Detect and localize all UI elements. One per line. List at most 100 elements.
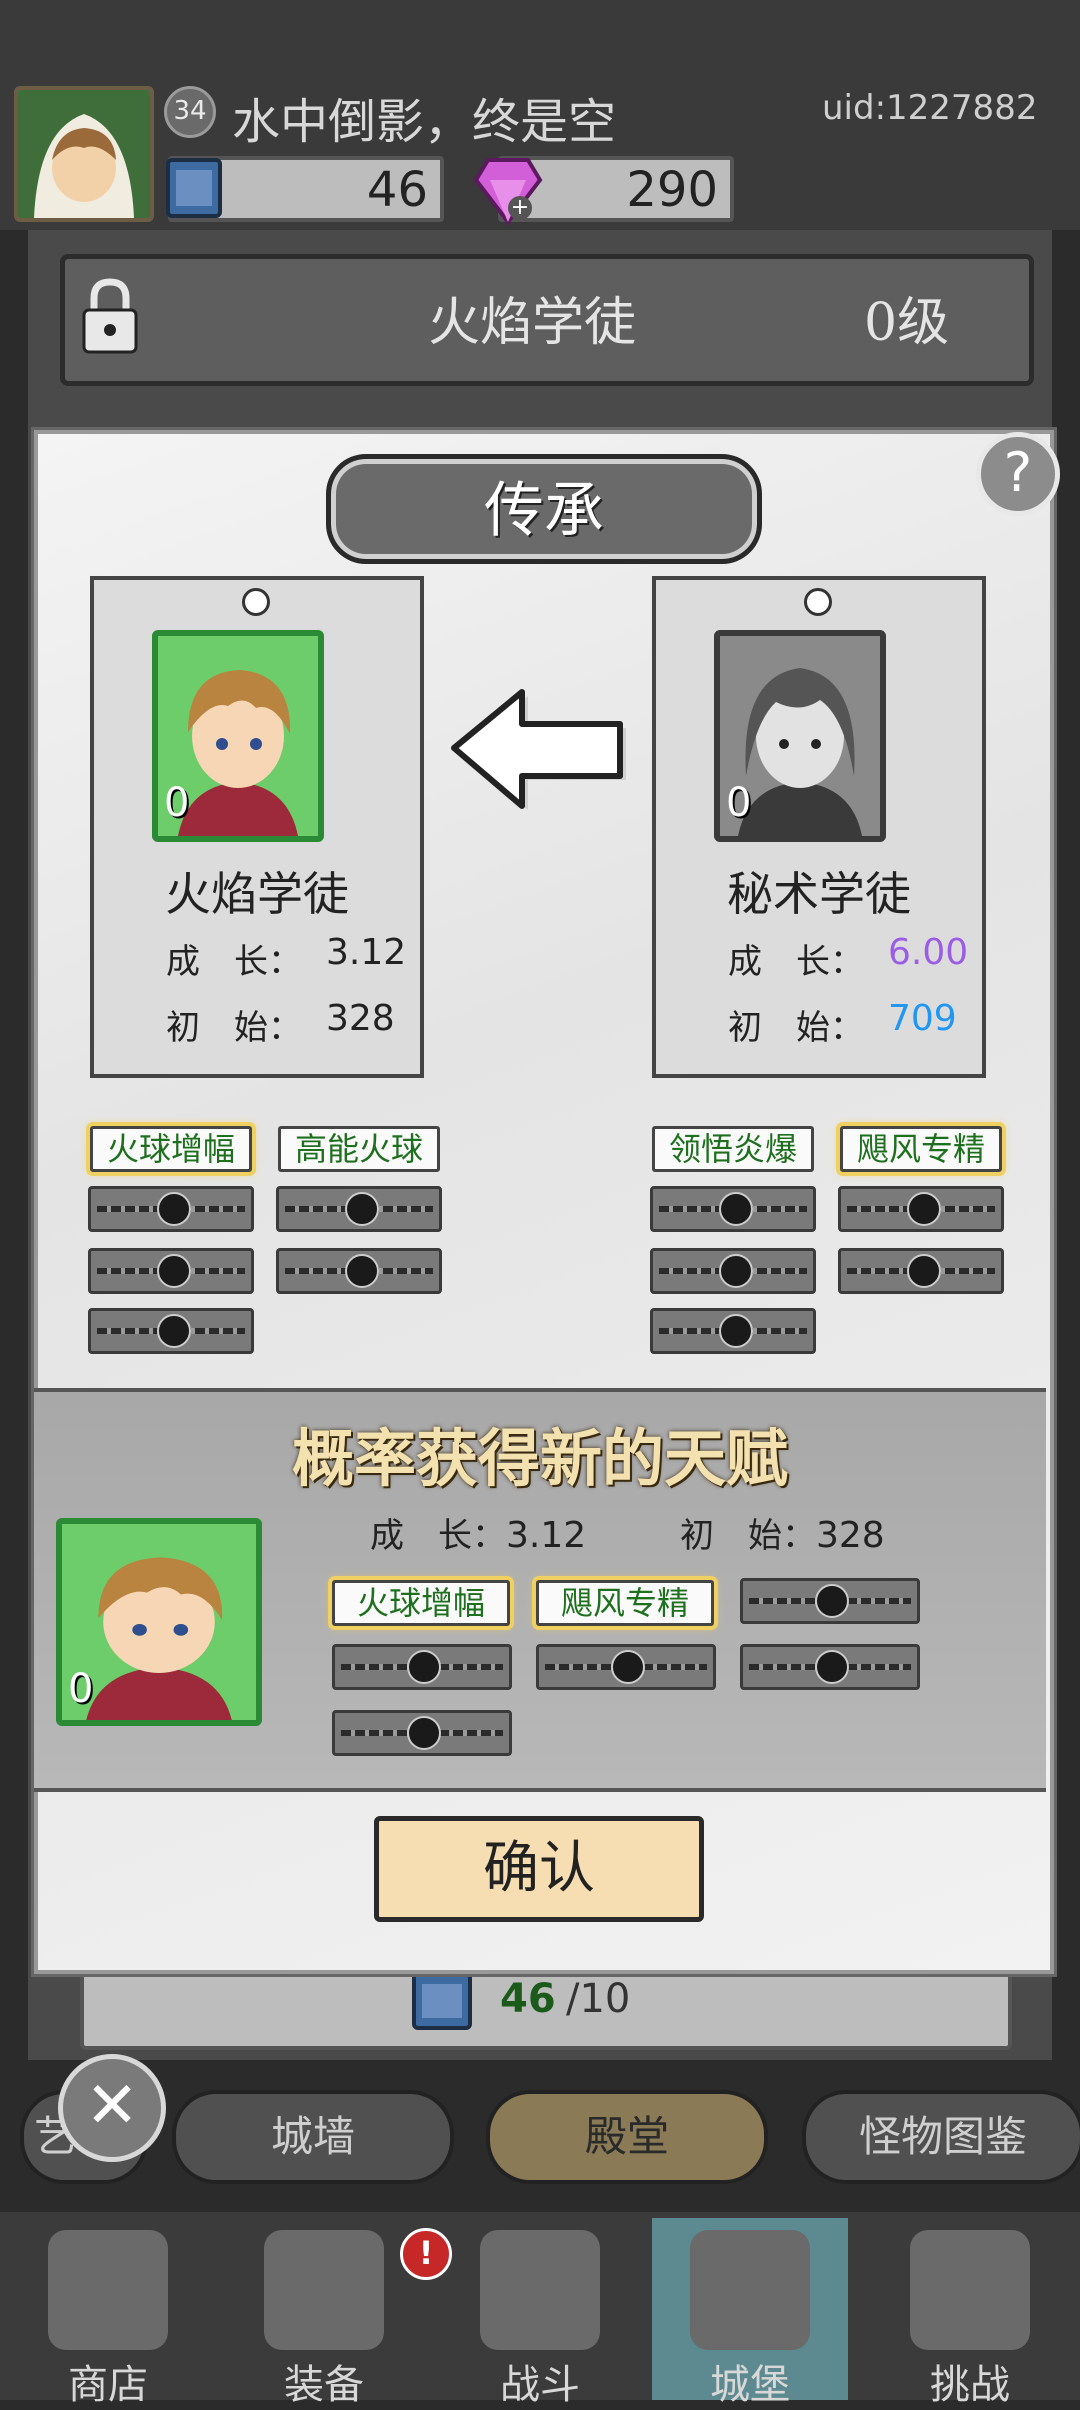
locked-skill-slot	[650, 1308, 816, 1354]
nav-equipment[interactable]: 装备	[226, 2218, 422, 2408]
tab-monster-codex[interactable]: 怪物图鉴	[802, 2090, 1080, 2184]
nav-battle-label: 战斗	[500, 2362, 580, 2408]
padlock-icon	[907, 1254, 941, 1288]
hero-level: 0	[164, 780, 190, 826]
hero-name: 火焰学徒	[165, 867, 349, 921]
nav-equipment-label: 装备	[284, 2362, 364, 2408]
padlock-icon	[719, 1254, 753, 1288]
locked-skill-slot	[88, 1186, 254, 1232]
locked-skill-slot	[740, 1644, 920, 1690]
nav-challenge-label: 挑战	[930, 2362, 1010, 2408]
skill-slot-right-1[interactable]: 领悟炎爆	[652, 1126, 814, 1172]
nav-castle-label: 城堡	[710, 2362, 790, 2408]
locked-skill-slot	[650, 1186, 816, 1232]
hero-portrait-fire-apprentice: 0	[152, 630, 324, 842]
player-level-badge: 34	[164, 86, 216, 138]
locked-hero-level: 0级	[864, 293, 950, 353]
result-skill-1: 火球增幅	[332, 1580, 510, 1626]
gems-resource-bar[interactable]: + 290	[473, 156, 734, 226]
padlock-icon	[815, 1584, 849, 1618]
book-icon	[166, 158, 222, 218]
padlock-icon	[907, 1192, 941, 1226]
popup-title: 传承	[484, 476, 604, 546]
books-resource-bar[interactable]: 46	[166, 156, 444, 222]
nav-shop-label: 商店	[68, 2362, 148, 2408]
nav-challenge[interactable]: 挑战	[872, 2218, 1068, 2408]
castle-icon	[690, 2230, 810, 2350]
locked-skill-slot	[88, 1248, 254, 1294]
locked-skill-slot	[332, 1710, 512, 1756]
padlock-icon	[719, 1192, 753, 1226]
padlock-icon	[815, 1650, 849, 1684]
skill-slot-left-1[interactable]: 火球增幅	[90, 1126, 252, 1172]
nav-shop[interactable]: 商店	[10, 2218, 206, 2408]
locked-skill-slot	[536, 1644, 716, 1690]
padlock-icon	[345, 1192, 379, 1226]
nav-battle[interactable]: 战斗	[442, 2218, 638, 2408]
crossed-swords-icon	[480, 2230, 600, 2350]
tab-hall[interactable]: 殿堂	[486, 2090, 768, 2184]
book-count-current: 46	[500, 1976, 556, 2022]
padlock-icon	[157, 1254, 191, 1288]
padlock-icon	[157, 1192, 191, 1226]
result-initial: 初 始：328	[680, 1508, 885, 1557]
padlock-icon	[345, 1254, 379, 1288]
initial-label: 初 始：	[728, 1008, 864, 1048]
book-count-max: /10	[566, 1976, 631, 2022]
hero-portrait-arcane-apprentice: 0	[714, 630, 886, 842]
books-count: 46	[366, 162, 428, 218]
locked-skill-slot	[276, 1248, 442, 1294]
padlock-icon	[157, 1314, 191, 1348]
growth-label: 成 长：	[728, 942, 864, 982]
growth-value: 6.00	[888, 932, 969, 973]
growth-value: 3.12	[506, 1515, 587, 1556]
player-uid: uid:1227882	[822, 88, 1038, 128]
locked-skill-slot	[740, 1578, 920, 1624]
locked-skill-slot	[838, 1186, 1004, 1232]
padlock-icon	[407, 1716, 441, 1750]
result-skill-2: 飓风专精	[536, 1580, 714, 1626]
player-name: 水中倒影，终是空	[232, 94, 617, 150]
padlock-icon	[611, 1650, 645, 1684]
padlock-icon	[407, 1650, 441, 1684]
nav-castle[interactable]: 城堡	[652, 2218, 848, 2408]
arrow-left-icon	[451, 689, 626, 810]
locked-hero-name: 火焰学徒	[428, 293, 637, 353]
add-gems-icon[interactable]: +	[508, 196, 532, 220]
source-hero-card[interactable]: 0 火焰学徒 成 长： 3.12 初 始： 328	[90, 576, 424, 1078]
target-hero-card[interactable]: 0 秘术学徒 成 长： 6.00 初 始： 709	[652, 576, 986, 1078]
gems-count: 290	[626, 162, 718, 218]
confirm-button[interactable]: 确认	[374, 1816, 704, 1922]
initial-value: 328	[816, 1515, 885, 1556]
result-growth: 成 长：3.12	[370, 1508, 586, 1557]
locked-skill-slot	[650, 1248, 816, 1294]
lock-icon	[82, 278, 138, 354]
hero-level: 0	[68, 1666, 94, 1712]
initial-label: 初 始：	[680, 1516, 816, 1556]
card-pin	[804, 588, 832, 616]
hero-name: 秘术学徒	[727, 867, 911, 921]
skill-slot-right-2[interactable]: 飓风专精	[840, 1126, 1002, 1172]
hero-level: 0	[726, 780, 752, 826]
close-button[interactable]: ✕	[58, 2054, 166, 2162]
skill-slot-left-2[interactable]: 高能火球	[278, 1126, 440, 1172]
padlock-icon	[719, 1314, 753, 1348]
initial-label: 初 始：	[166, 1008, 302, 1048]
shop-icon	[48, 2230, 168, 2350]
tab-wall[interactable]: 城墙	[172, 2090, 454, 2184]
shield-icon	[910, 2230, 1030, 2350]
card-pin	[242, 588, 270, 616]
initial-value: 709	[888, 998, 957, 1039]
locked-skill-slot	[88, 1308, 254, 1354]
player-avatar[interactable]	[14, 86, 154, 222]
result-hero-portrait: 0	[56, 1518, 262, 1726]
growth-value: 3.12	[326, 932, 407, 973]
growth-label: 成 长：	[370, 1516, 506, 1556]
initial-value: 328	[326, 998, 395, 1039]
help-button[interactable]: ?	[976, 432, 1060, 516]
growth-label: 成 长：	[166, 942, 302, 982]
book-icon	[412, 1972, 472, 2030]
locked-skill-slot	[276, 1186, 442, 1232]
locked-skill-slot	[838, 1248, 1004, 1294]
locked-skill-slot	[332, 1644, 512, 1690]
